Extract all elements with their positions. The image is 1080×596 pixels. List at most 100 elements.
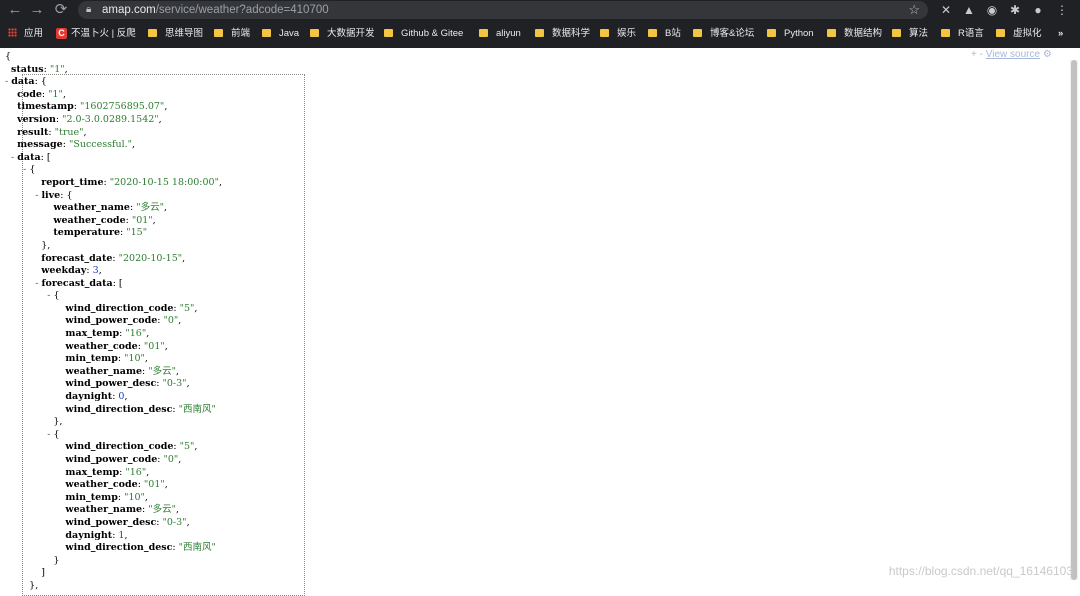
json-line: - {	[23, 164, 36, 176]
bookmark-csdn[interactable]: C 不温卜火 | 反爬	[56, 26, 136, 42]
json-line: report_time: "2020-10-15 18:00:00",	[41, 176, 222, 188]
folder-icon	[148, 29, 157, 37]
folder-icon	[767, 29, 776, 37]
bookmark-folder[interactable]: Github & Gitee	[384, 26, 463, 42]
bookmark-folder[interactable]: 博客&论坛	[693, 26, 754, 42]
folder-icon	[941, 29, 950, 37]
json-line: }	[5, 554, 60, 566]
json-line: wind_direction_desc: "西南风"	[65, 403, 216, 415]
json-line: result: "true",	[17, 126, 87, 138]
folder-icon	[827, 29, 836, 37]
apps-grid-icon	[8, 28, 17, 37]
json-line: max_temp: "16",	[65, 328, 150, 340]
json-line: min_temp: "10",	[65, 353, 148, 365]
json-line: - {	[47, 428, 60, 440]
menu-kebab-icon[interactable]: ⋮	[1054, 2, 1070, 18]
bookmark-folder[interactable]: aliyun	[479, 26, 521, 42]
browser-chrome: ← → ⟳ 🔒︎ amap.com/service/weather?adcode…	[0, 0, 1080, 48]
settings-gear-icon[interactable]: ⚙	[1043, 49, 1052, 60]
folder-icon	[310, 29, 319, 37]
json-line: max_temp: "16",	[65, 466, 150, 478]
json-line: ]	[5, 567, 45, 579]
extensions-puzzle-icon[interactable]: ✱	[1007, 2, 1023, 18]
scrollbar[interactable]	[1070, 60, 1078, 580]
reload-icon[interactable]: ⟳	[52, 1, 70, 19]
bookmark-folder[interactable]: 前端	[214, 26, 250, 42]
json-line: version: "2.0-3.0.0289.1542",	[17, 113, 162, 125]
bookmark-folder[interactable]: 娱乐	[600, 26, 636, 42]
folder-icon	[892, 29, 901, 37]
extension-circle-icon[interactable]: ◉	[984, 2, 1000, 18]
csdn-icon: C	[56, 28, 67, 39]
url-host: amap.com	[102, 4, 156, 16]
address-bar-row: ← → ⟳ 🔒︎ amap.com/service/weather?adcode…	[0, 0, 1080, 22]
back-icon[interactable]: ←	[6, 1, 24, 19]
folder-icon	[648, 29, 657, 37]
json-line: weather_name: "多云",	[53, 202, 167, 214]
json-line: },	[5, 579, 39, 591]
json-line: temperature: "15"	[53, 227, 148, 239]
view-source-link[interactable]: View source	[986, 49, 1040, 60]
json-line: - {	[47, 290, 60, 302]
bookmark-folder[interactable]: 思维导图	[148, 26, 203, 42]
json-line: timestamp: "1602756895.07",	[17, 101, 168, 113]
json-line: },	[5, 416, 63, 428]
json-line: },	[5, 239, 51, 251]
json-line: - data: {	[5, 76, 47, 88]
json-line: weather_code: "01",	[53, 214, 156, 226]
json-line: wind_direction_code: "5",	[65, 441, 198, 453]
expand-collapse-toggles[interactable]: + -	[971, 49, 986, 60]
folder-icon	[535, 29, 544, 37]
json-line: weather_name: "多云",	[65, 365, 180, 377]
more-bookmarks-chevron-icon[interactable]: »	[1058, 26, 1063, 42]
json-viewer-page: { status: "1", - data: { code: "1", times…	[0, 48, 1080, 596]
json-line: daynight: 1,	[65, 529, 128, 541]
json-line: message: "Successful.",	[17, 139, 136, 151]
folder-icon	[262, 29, 271, 37]
view-source-control: + - View source ⚙	[971, 49, 1052, 60]
bookmark-folder[interactable]: 大数据开发	[310, 26, 375, 42]
extension-x-icon[interactable]: ✕	[938, 2, 954, 18]
bookmark-folder[interactable]: 数据科学	[535, 26, 590, 42]
json-line: wind_power_code: "0",	[65, 454, 182, 465]
bookmark-folder[interactable]: R语言	[941, 26, 984, 42]
scrollbar-thumb[interactable]	[1071, 60, 1077, 580]
bookmark-apps[interactable]: 应用	[8, 26, 43, 42]
forward-icon[interactable]: →	[28, 1, 46, 19]
json-line: wind_direction_desc: "西南风"	[65, 542, 216, 554]
folder-icon	[479, 29, 488, 37]
bookmark-folder[interactable]: 虚拟化	[996, 26, 1042, 42]
json-line: weekday: 3,	[41, 265, 102, 277]
json-line: - forecast_data: [	[35, 277, 123, 289]
url-bar[interactable]: 🔒︎ amap.com/service/weather?adcode=41070…	[78, 1, 928, 19]
json-line: wind_power_desc: "0-3",	[65, 378, 190, 390]
json-line: wind_direction_code: "5",	[65, 302, 198, 314]
folder-icon	[384, 29, 393, 37]
watermark: https://blog.csdn.net/qq_16146103	[888, 564, 1073, 578]
json-line: status: "1",	[11, 63, 68, 75]
profile-avatar-icon[interactable]: ●	[1030, 2, 1046, 18]
bookmark-folder[interactable]: 数据结构	[827, 26, 882, 42]
bookmark-folder[interactable]: Java	[262, 26, 299, 42]
bookmark-folder[interactable]: 算法	[892, 26, 928, 42]
bookmark-folder[interactable]: B站	[648, 26, 681, 42]
json-line: {	[5, 51, 12, 62]
url-path: /service/weather?adcode=410700	[155, 4, 329, 16]
json-line: weather_code: "01",	[65, 479, 168, 491]
json-line: min_temp: "10",	[65, 491, 148, 503]
json-line: weather_code: "01",	[65, 340, 168, 352]
bookmark-folder[interactable]: Python	[767, 26, 814, 42]
bookmark-star-icon[interactable]: ☆	[908, 1, 920, 19]
json-line: - data: [	[11, 151, 51, 163]
json-line: weather_name: "多云",	[65, 504, 180, 516]
json-line: forecast_date: "2020-10-15",	[41, 252, 186, 264]
bookmarks-bar: 应用 C 不温卜火 | 反爬 思维导图 前端 Java 大数据开发 Github …	[0, 23, 1080, 45]
folder-icon	[214, 29, 223, 37]
json-line: code: "1",	[17, 88, 66, 100]
folder-icon	[600, 29, 609, 37]
extension-mountain-icon[interactable]: ▲	[961, 2, 977, 18]
json-tree: { status: "1", - data: { code: "1", times…	[5, 51, 222, 593]
folder-icon	[693, 29, 702, 37]
json-line: daynight: 0,	[65, 391, 128, 403]
json-line: - live: {	[35, 189, 73, 201]
